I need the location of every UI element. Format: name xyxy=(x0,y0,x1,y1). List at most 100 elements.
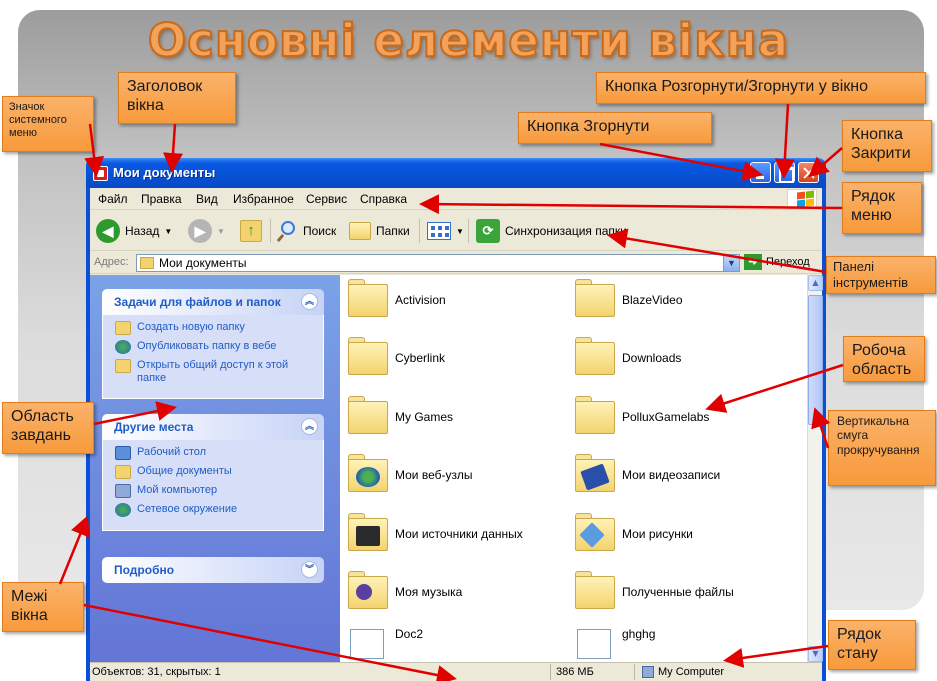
folder-icon xyxy=(140,257,154,269)
folder-item[interactable]: Downloads xyxy=(567,333,797,383)
up-folder-button[interactable]: ↑ xyxy=(240,218,262,244)
callout-status-bar: Рядок стану xyxy=(828,620,916,670)
close-button[interactable] xyxy=(798,162,819,183)
place-link-network[interactable]: Сетевое окружение xyxy=(115,503,313,517)
forward-arrow-icon: ▶ xyxy=(188,219,212,243)
sync-icon: ⟳ xyxy=(476,219,500,243)
vertical-scrollbar[interactable]: ▲ ▼ xyxy=(807,275,823,662)
slide-title: Основні елементи вікна xyxy=(147,13,790,68)
folder-item[interactable]: Моя музыка xyxy=(340,567,570,617)
music-folder-icon xyxy=(348,571,388,609)
menu-view[interactable]: Вид xyxy=(196,192,218,206)
task-link-publish-folder[interactable]: Опубликовать папку в вебе xyxy=(115,340,313,354)
details-panel: Подробно ︾ xyxy=(102,557,324,583)
callout-window-title: Заголовок вікна xyxy=(118,72,236,124)
back-label: Назад xyxy=(125,224,160,238)
folder-item[interactable]: Activision xyxy=(340,275,570,325)
file-tasks-header[interactable]: Задачи для файлов и папок ︽ xyxy=(102,289,324,315)
search-button[interactable]: Поиск xyxy=(276,218,336,244)
scroll-up-icon[interactable]: ▲ xyxy=(808,275,823,291)
new-folder-icon xyxy=(115,321,131,335)
toolbar-separator xyxy=(468,219,469,243)
menu-edit[interactable]: Правка xyxy=(141,192,182,206)
status-size: 386 МБ xyxy=(556,666,594,678)
minimize-button[interactable] xyxy=(750,162,771,183)
menu-tools[interactable]: Сервис xyxy=(306,192,347,206)
sync-folder-button[interactable]: ⟳ Синхронизация папки xyxy=(476,218,627,244)
collapse-chevron-icon[interactable]: ︽ xyxy=(301,293,318,310)
scroll-thumb[interactable] xyxy=(808,295,823,425)
place-link-my-computer[interactable]: Мой компьютер xyxy=(115,484,313,498)
menu-file[interactable]: Файл xyxy=(98,192,128,206)
views-button[interactable]: ▼ xyxy=(427,218,464,244)
explorer-window: Мои документы Файл Правка Вид Избранное … xyxy=(86,158,826,681)
callout-maximize-button: Кнопка Розгорнути/Згорнути у вікно xyxy=(596,72,926,104)
folder-item[interactable]: Мои веб-узлы xyxy=(340,450,570,500)
folder-item[interactable]: PolluxGamelabs xyxy=(567,392,797,442)
task-link-label: Опубликовать папку в вебе xyxy=(137,340,277,352)
task-link-share-folder[interactable]: Открыть общий доступ к этой папке xyxy=(115,359,313,385)
expand-chevron-icon[interactable]: ︾ xyxy=(301,561,318,578)
views-icon xyxy=(427,222,451,240)
folder-label: Activision xyxy=(395,293,446,307)
file-list-area[interactable]: Activision BlazeVideo Cyberlink Download… xyxy=(340,275,807,662)
address-dropdown-icon[interactable]: ▼ xyxy=(723,255,739,271)
network-icon xyxy=(115,503,131,517)
views-dropdown-icon: ▼ xyxy=(456,226,464,236)
folder-item[interactable]: Полученные файлы xyxy=(567,567,797,617)
place-link-desktop[interactable]: Рабочий стол xyxy=(115,446,313,460)
menu-help[interactable]: Справка xyxy=(360,192,407,206)
maximize-button[interactable] xyxy=(774,162,795,183)
folder-item[interactable]: My Games xyxy=(340,392,570,442)
window-title: Мои документы xyxy=(113,165,216,180)
shared-folder-icon xyxy=(115,465,131,479)
folders-button[interactable]: Папки xyxy=(349,218,410,244)
other-places-panel: Другие места ︽ Рабочий стол Общие докуме… xyxy=(102,414,324,531)
address-input[interactable]: Мои документы ▼ xyxy=(136,254,740,272)
folder-item[interactable]: Cyberlink xyxy=(340,333,570,383)
file-tasks-list: Создать новую папку Опубликовать папку в… xyxy=(102,315,324,399)
folder-item[interactable]: BlazeVideo xyxy=(567,275,797,325)
title-bar[interactable]: Мои документы xyxy=(86,158,826,188)
folder-icon xyxy=(575,396,615,434)
back-button[interactable]: ◀ Назад ▼ xyxy=(96,218,172,244)
place-link-label: Мой компьютер xyxy=(137,484,218,496)
data-sources-folder-icon xyxy=(348,513,388,551)
folder-label: Полученные файлы xyxy=(622,585,734,599)
up-folder-icon: ↑ xyxy=(240,220,262,242)
other-places-header[interactable]: Другие места ︽ xyxy=(102,414,324,440)
share-folder-icon xyxy=(115,359,131,373)
file-label: ghghg xyxy=(622,627,656,641)
status-bar: Объектов: 31, скрытых: 1 386 МБ My Compu… xyxy=(90,662,822,681)
system-menu-icon[interactable] xyxy=(93,166,108,181)
folder-item[interactable]: Мои источники данных xyxy=(340,509,570,559)
place-link-label: Рабочий стол xyxy=(137,446,207,458)
collapse-chevron-icon[interactable]: ︽ xyxy=(301,418,318,435)
file-tasks-panel: Задачи для файлов и папок ︽ Создать нову… xyxy=(102,289,324,399)
folder-item[interactable]: Мои рисунки xyxy=(567,509,797,559)
menu-bar: Файл Правка Вид Избранное Сервис Справка xyxy=(90,188,822,210)
place-link-shared-docs[interactable]: Общие документы xyxy=(115,465,313,479)
scroll-down-icon[interactable]: ▼ xyxy=(808,646,823,662)
folder-icon xyxy=(575,571,615,609)
file-item[interactable]: Doc2 xyxy=(340,625,570,662)
callout-close-button: Кнопка Закрити xyxy=(842,120,932,172)
sync-label: Синхронизация папки xyxy=(505,224,627,238)
address-label: Адрес: xyxy=(94,256,129,268)
details-header[interactable]: Подробно ︾ xyxy=(102,557,324,583)
task-link-new-folder[interactable]: Создать новую папку xyxy=(115,321,313,335)
menu-favorites[interactable]: Избранное xyxy=(233,192,294,206)
computer-icon xyxy=(115,484,131,498)
folder-icon xyxy=(575,337,615,375)
folder-icon xyxy=(348,279,388,317)
folder-item[interactable]: Мои видеозаписи xyxy=(567,450,797,500)
callout-task-area: Область завдань xyxy=(2,402,94,454)
forward-button[interactable]: ▶ ▼ xyxy=(188,218,225,244)
go-button[interactable]: ➜ Переход xyxy=(744,254,822,270)
file-item[interactable]: ghghg xyxy=(567,625,797,662)
folder-label: Мои видеозаписи xyxy=(622,468,721,482)
callout-work-area: Робоча область xyxy=(843,336,925,382)
back-dropdown-icon[interactable]: ▼ xyxy=(164,227,172,236)
folder-label: My Games xyxy=(395,410,454,424)
status-objects: Объектов: 31, скрытых: 1 xyxy=(92,666,221,678)
